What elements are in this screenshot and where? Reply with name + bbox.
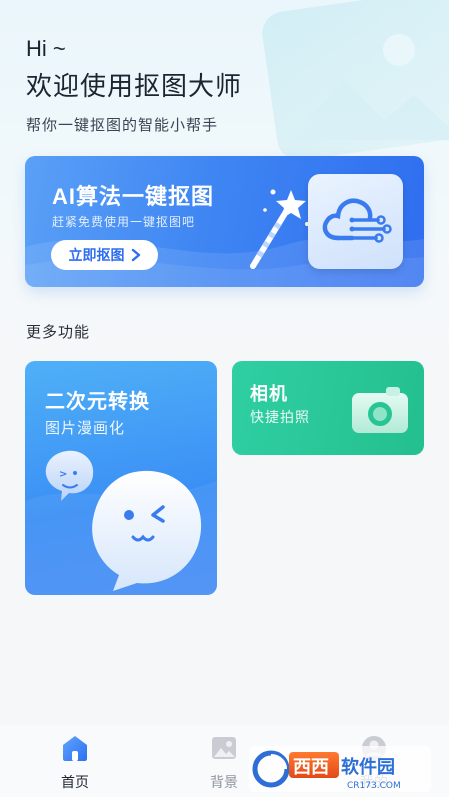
cloud-circuit-icon [322, 198, 392, 243]
ai-cutout-card[interactable]: AI算法一键抠图 赶紧免费使用一键抠图吧 立即抠图 [25, 156, 424, 287]
tab-home-label: 首页 [61, 774, 89, 790]
camera-card-subtitle: 快捷拍照 [250, 409, 310, 425]
tab-home[interactable]: 首页 [35, 733, 115, 793]
camera-icon [352, 387, 408, 433]
site-watermark-logo: 西西 软件园 CR173.COM [249, 746, 431, 792]
camera-card[interactable]: 相机 快捷拍照 [232, 361, 424, 455]
more-features-title: 更多功能 [26, 324, 91, 341]
welcome-subtitle: 帮你一键抠图的智能小帮手 [26, 117, 219, 134]
start-cutout-label: 立即抠图 [68, 247, 125, 263]
ai-card-title: AI算法一键抠图 [52, 184, 215, 209]
image-icon [212, 737, 236, 759]
anime-card-subtitle: 图片漫画化 [45, 420, 126, 437]
svg-text:>: > [59, 469, 67, 480]
home-icon [63, 736, 87, 761]
chevron-right-icon [131, 248, 140, 262]
camera-card-title: 相机 [250, 384, 288, 404]
ai-card-subtitle: 赶紧免费使用一键抠图吧 [52, 215, 196, 229]
chat-bubble-face-icon: > [25, 450, 217, 595]
anime-card-title: 二次元转换 [45, 391, 150, 413]
watermark-site: CR173.COM [347, 781, 401, 791]
welcome-title: 欢迎使用抠图大师 [26, 71, 243, 101]
tab-background-label: 背景 [210, 774, 238, 790]
background-decoration-icon [262, 0, 449, 161]
anime-conversion-card[interactable]: 二次元转换 图片漫画化 > [25, 361, 217, 595]
app-screen: Hi ~ 欢迎使用抠图大师 帮你一键抠图的智能小帮手 AI算法一键抠图 赶紧免费… [0, 0, 449, 797]
start-cutout-button[interactable]: 立即抠图 [51, 240, 158, 270]
watermark-brand-prefix: 西西 [293, 757, 329, 778]
magic-wand-icon [250, 189, 309, 269]
cloud-circuit-icon-box [308, 174, 403, 269]
watermark-brand-suffix: 软件园 [341, 756, 395, 778]
greeting-hi: Hi ~ [26, 36, 66, 61]
